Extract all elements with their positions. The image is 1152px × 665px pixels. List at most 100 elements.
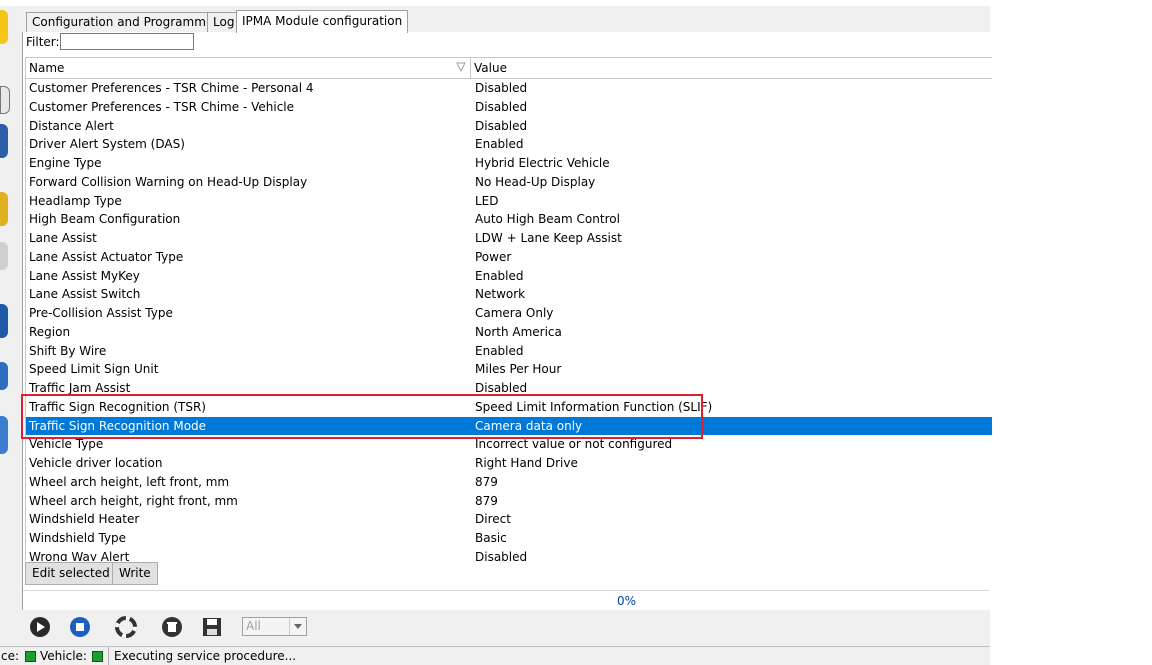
table-row[interactable]: Customer Preferences - TSR Chime - Perso…	[26, 79, 992, 98]
left-toolbar-strip	[0, 6, 22, 646]
row-name: Region	[29, 324, 71, 339]
module-icon[interactable]	[0, 124, 8, 158]
sort-icon[interactable]	[456, 61, 466, 73]
row-value: No Head-Up Display	[475, 174, 596, 189]
stop-icon	[70, 617, 90, 637]
column-header-name[interactable]: Name	[26, 58, 471, 78]
network-icon[interactable]	[0, 416, 8, 454]
row-name: Traffic Jam Assist	[29, 381, 131, 395]
table-row[interactable]: Speed Limit Sign Unit Miles Per Hour	[26, 360, 992, 379]
row-name: Wheel arch height, right front, mm	[29, 493, 238, 508]
row-name: Traffic Sign Recognition Mode	[29, 418, 207, 433]
row-name: Vehicle Type	[29, 437, 104, 452]
row-value: LDW + Lane Keep Assist	[475, 231, 622, 245]
table-row[interactable]: High Beam Configuration Auto High Beam Co…	[26, 210, 992, 229]
table-row[interactable]: Vehicle Type Incorrect value or not confi…	[26, 435, 992, 454]
table-row[interactable]: Traffic Sign Recognition Mode Camera data…	[26, 416, 992, 436]
row-value: Basic	[475, 531, 507, 545]
row-name: Windshield Heater	[29, 512, 140, 527]
row-value: Power	[475, 249, 512, 264]
filter-label: Filter:	[26, 35, 60, 49]
table-row[interactable]: Vehicle driver location Right Hand Drive	[26, 454, 992, 473]
status-separator	[108, 647, 109, 665]
table-row[interactable]: Pre-Collision Assist Type Camera Only	[26, 304, 992, 323]
config-table: Name Value Customer Preferences - TSR Ch…	[25, 57, 992, 561]
row-name: Wrong Way Alert	[29, 549, 130, 561]
row-name: Pre-Collision Assist Type	[29, 306, 173, 320]
filter-combo[interactable]: All	[242, 617, 307, 636]
table-row[interactable]: Lane Assist LDW + Lane Keep Assist	[26, 229, 992, 248]
warning-icon[interactable]	[0, 86, 10, 114]
tab-configuration-and-programming[interactable]: Configuration and Programming	[26, 12, 231, 32]
table-row[interactable]: Shift By Wire Enabled	[26, 342, 992, 361]
row-name: Headlamp Type	[29, 193, 122, 208]
write-button[interactable]: Write	[112, 562, 158, 585]
lifebuoy-icon	[115, 616, 137, 638]
row-value: North America	[475, 324, 562, 339]
delete-button[interactable]	[156, 615, 188, 639]
row-name: Vehicle driver location	[29, 456, 163, 470]
table-row[interactable]: Lane Assist Switch Network	[26, 285, 992, 304]
table-row[interactable]: Wheel arch height, left front, mm 879	[26, 473, 992, 492]
key-icon[interactable]	[0, 192, 8, 226]
table-row[interactable]: Windshield Type Basic	[26, 529, 992, 548]
column-header-value[interactable]: Value	[471, 58, 992, 78]
table-row[interactable]: Region North America	[26, 323, 992, 342]
status-device-label: ce:	[1, 649, 20, 663]
bottom-toolbar: All	[22, 612, 990, 642]
row-value: 879	[475, 474, 498, 489]
row-name: Windshield Type	[29, 531, 127, 545]
table-row[interactable]: Engine Type Hybrid Electric Vehicle	[26, 154, 992, 173]
table-row[interactable]: Traffic Jam Assist Disabled	[26, 379, 992, 398]
save-button[interactable]	[196, 615, 228, 639]
row-name: Forward Collision Warning on Head-Up Dis…	[29, 174, 308, 189]
tools-icon[interactable]	[0, 362, 8, 390]
progress-percent: 0%	[617, 594, 637, 608]
row-value: LED	[475, 193, 499, 208]
row-value: Hybrid Electric Vehicle	[475, 156, 610, 170]
filter-input[interactable]	[60, 33, 194, 50]
play-icon	[30, 617, 50, 637]
table-row[interactable]: Driver Alert System (DAS) Enabled	[26, 135, 992, 154]
table-row[interactable]: Headlamp Type LED	[26, 192, 992, 211]
row-name: Traffic Sign Recognition (TSR)	[29, 399, 206, 414]
tab-bar: Configuration and Programming Log IPMA M…	[22, 8, 990, 33]
row-name: Lane Assist Actuator Type	[29, 249, 184, 264]
row-value: 879	[475, 493, 498, 508]
gear-icon[interactable]	[0, 304, 8, 338]
row-value: Enabled	[475, 343, 524, 358]
table-row[interactable]: Traffic Sign Recognition (TSR) Speed Limi…	[26, 398, 992, 417]
combo-value: All	[246, 619, 261, 633]
row-value: Enabled	[475, 137, 524, 152]
table-row[interactable]: Distance Alert Disabled	[26, 117, 992, 136]
table-row[interactable]: Lane Assist MyKey Enabled	[26, 267, 992, 286]
row-value: Direct	[475, 512, 511, 527]
row-name: Lane Assist Switch	[29, 287, 141, 302]
row-name: Engine Type	[29, 156, 102, 170]
row-name: Lane Assist	[29, 231, 97, 245]
table-row[interactable]: Wheel arch height, right front, mm 879	[26, 492, 992, 511]
help-button[interactable]	[110, 615, 142, 639]
row-value: Network	[475, 287, 526, 302]
table-header: Name Value	[26, 58, 992, 79]
pencil-icon[interactable]	[0, 242, 8, 270]
table-row[interactable]: Windshield Heater Direct	[26, 510, 992, 529]
row-name: High Beam Configuration	[29, 212, 181, 227]
row-value: Right Hand Drive	[475, 456, 578, 470]
table-row[interactable]: Wrong Way Alert Disabled	[26, 548, 992, 561]
row-name: Speed Limit Sign Unit	[29, 362, 159, 377]
edit-selected-button[interactable]: Edit selected	[25, 562, 117, 585]
table-row[interactable]: Customer Preferences - TSR Chime - Vehic…	[26, 98, 992, 117]
table-row[interactable]: Forward Collision Warning on Head-Up Dis…	[26, 173, 992, 192]
stop-button[interactable]	[64, 615, 96, 639]
tab-ipma-module-configuration[interactable]: IPMA Module configuration	[236, 10, 409, 33]
row-value: Disabled	[475, 81, 528, 95]
row-value: Disabled	[475, 381, 528, 395]
play-button[interactable]	[24, 615, 56, 639]
vehicle-status-indicator	[92, 651, 103, 662]
bulb-icon[interactable]	[0, 10, 8, 44]
app-window: Configuration and Programming Log IPMA M…	[0, 0, 992, 665]
chevron-down-icon[interactable]	[289, 618, 306, 635]
table-row[interactable]: Lane Assist Actuator Type Power	[26, 248, 992, 267]
row-value: Disabled	[475, 549, 528, 561]
